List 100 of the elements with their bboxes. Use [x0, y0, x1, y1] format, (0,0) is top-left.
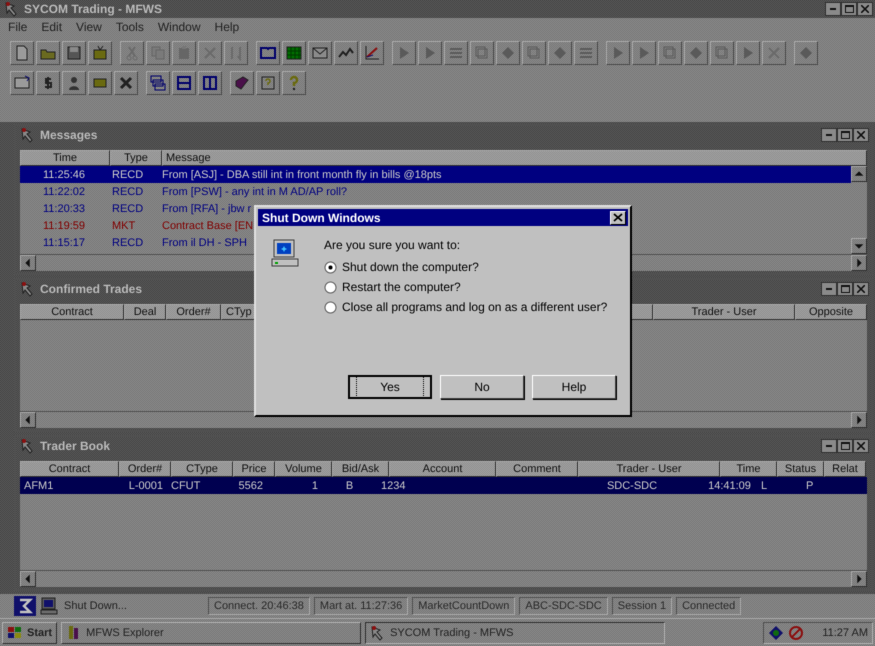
column-header[interactable]: Status: [777, 461, 824, 477]
taskbar-button[interactable]: SYCOM Trading - MFWS: [365, 622, 666, 644]
column-header[interactable]: Type: [110, 150, 162, 166]
radio-button[interactable]: [324, 300, 337, 314]
toolbar-button[interactable]: [36, 41, 60, 65]
maximize-button[interactable]: [837, 282, 853, 296]
toolbar-button[interactable]: [574, 41, 598, 65]
toolbar-button[interactable]: [496, 41, 520, 65]
menu-item[interactable]: File: [8, 20, 28, 36]
toolbar-button[interactable]: [62, 41, 86, 65]
toolbar-button[interactable]: [632, 41, 656, 65]
table-row[interactable]: 11:15:17 RECD From il DH - SPH: [20, 234, 251, 251]
minimize-button[interactable]: [825, 2, 841, 16]
scroll-left-button[interactable]: [20, 255, 36, 271]
table-row[interactable]: 11:20:33 RECD From [RFA] - jbw r: [20, 200, 256, 217]
toolbar-button[interactable]: [198, 71, 222, 95]
toolbar-button[interactable]: [120, 41, 144, 65]
column-header[interactable]: Contract: [20, 304, 124, 320]
column-header[interactable]: Message: [162, 150, 867, 166]
toolbar-button[interactable]: [794, 41, 818, 65]
toolbar-button[interactable]: [392, 41, 416, 65]
scroll-right-button[interactable]: [851, 571, 867, 587]
scroll-left-button[interactable]: [20, 571, 36, 587]
toolbar-button[interactable]: [418, 41, 442, 65]
column-header[interactable]: Price: [233, 461, 275, 477]
toolbar-button[interactable]: [172, 71, 196, 95]
toolbar-button[interactable]: [658, 41, 682, 65]
toolbar-button[interactable]: [10, 71, 34, 95]
scroll-right-button[interactable]: [851, 255, 867, 271]
column-header[interactable]: Bid/Ask: [332, 461, 389, 477]
menu-item[interactable]: Window: [158, 20, 201, 36]
toolbar-button[interactable]: [360, 41, 384, 65]
table-row[interactable]: 11:22:02 RECD From [PSW] - any int in M AD/AP roll?: [20, 183, 352, 200]
radio-button[interactable]: [324, 260, 337, 274]
toolbar-button[interactable]: [710, 41, 734, 65]
scroll-left-button[interactable]: [20, 412, 36, 428]
toolbar-button[interactable]: [114, 71, 138, 95]
maximize-button[interactable]: [837, 128, 853, 142]
minimize-button[interactable]: [821, 128, 837, 142]
selected-row[interactable]: 11:25:46 RECD From [ASJ] - DBA still int in front month fly in bills @18pts: [20, 166, 851, 183]
scroll-right-button[interactable]: [851, 412, 867, 428]
column-header[interactable]: Volume: [275, 461, 332, 477]
menu-item[interactable]: Help: [214, 20, 240, 36]
scroll-down-button[interactable]: [851, 238, 867, 254]
toolbar-button[interactable]: [146, 71, 170, 95]
toolbar-button[interactable]: [88, 41, 112, 65]
column-header[interactable]: Time: [20, 150, 110, 166]
column-header[interactable]: Opposite: [795, 304, 867, 320]
toolbar-button[interactable]: [10, 41, 34, 65]
toolbar-button[interactable]: [308, 41, 332, 65]
toolbar-button[interactable]: [334, 41, 358, 65]
option-label[interactable]: Close all programs and log on as a different user?: [342, 300, 608, 314]
toolbar-button[interactable]: [522, 41, 546, 65]
column-header[interactable]: Comment: [496, 461, 578, 477]
dialog-button[interactable]: Help: [532, 375, 616, 399]
scroll-up-button[interactable]: [851, 166, 867, 182]
selected-row[interactable]: AFM1 L-0001 CFUT 5562 1 B 1234 SDC-SDC 14:41:09 L P: [20, 477, 867, 494]
toolbar-button[interactable]: [256, 41, 280, 65]
toolbar-button[interactable]: [736, 41, 760, 65]
toolbar-button[interactable]: [684, 41, 708, 65]
toolbar-button[interactable]: [224, 41, 248, 65]
toolbar-button[interactable]: [146, 41, 170, 65]
column-header[interactable]: Time: [720, 461, 777, 477]
menu-item[interactable]: Edit: [41, 20, 62, 36]
dialog-button[interactable]: No: [440, 375, 524, 399]
menu-item[interactable]: Tools: [116, 20, 144, 36]
column-header[interactable]: Contract: [20, 461, 119, 477]
column-header[interactable]: Relat: [824, 461, 866, 477]
taskbar-button[interactable]: MFWS Explorer: [61, 622, 362, 644]
toolbar-button[interactable]: [762, 41, 786, 65]
toolbar-button[interactable]: [172, 41, 196, 65]
column-header[interactable]: Deal: [124, 304, 166, 320]
radio-button[interactable]: [324, 280, 337, 294]
toolbar-button[interactable]: [36, 71, 60, 95]
toolbar-button[interactable]: [230, 71, 254, 95]
toolbar-button[interactable]: [198, 41, 222, 65]
minimize-button[interactable]: [821, 439, 837, 453]
column-header[interactable]: Order#: [166, 304, 221, 320]
toolbar-button[interactable]: [606, 41, 630, 65]
dialog-button[interactable]: Yes: [348, 375, 432, 399]
toolbar-button[interactable]: [62, 71, 86, 95]
toolbar-button[interactable]: [282, 71, 306, 95]
toolbar-button[interactable]: [470, 41, 494, 65]
toolbar-button[interactable]: [88, 71, 112, 95]
column-header[interactable]: Account: [389, 461, 496, 477]
toolbar-button[interactable]: [282, 41, 306, 65]
column-header[interactable]: Trader - User: [578, 461, 720, 477]
menu-item[interactable]: View: [76, 20, 102, 36]
maximize-button[interactable]: [837, 439, 853, 453]
toolbar-button[interactable]: [256, 71, 280, 95]
column-header[interactable]: Order#: [119, 461, 171, 477]
minimize-button[interactable]: [821, 282, 837, 296]
column-header[interactable]: Trader - User: [653, 304, 795, 320]
start-button[interactable]: Start: [2, 622, 58, 644]
maximize-button[interactable]: [841, 2, 857, 16]
option-label[interactable]: Restart the computer?: [342, 280, 461, 294]
toolbar-button[interactable]: [444, 41, 468, 65]
column-header[interactable]: CType: [171, 461, 233, 477]
option-label[interactable]: Shut down the computer?: [342, 260, 479, 274]
toolbar-button[interactable]: [548, 41, 572, 65]
